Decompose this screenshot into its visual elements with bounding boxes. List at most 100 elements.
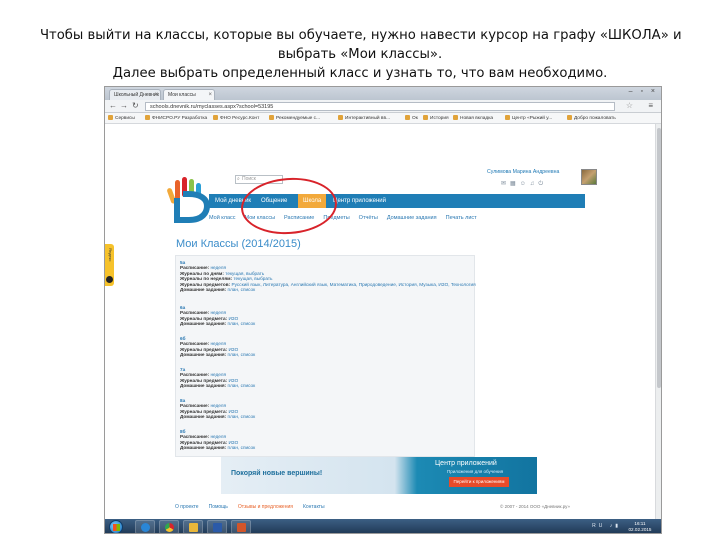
bookmark-item[interactable]: Сервисы (108, 115, 135, 122)
calendar-icon[interactable]: ▦ (510, 181, 520, 187)
network-icon[interactable]: ▮ (615, 523, 621, 529)
mail-icon[interactable]: ✉ (501, 181, 510, 187)
line-link[interactable]: план, список (228, 321, 256, 326)
line-link[interactable]: ИЗО (228, 347, 238, 352)
star-icon[interactable]: ☆ (626, 101, 633, 110)
avatar[interactable] (581, 169, 597, 185)
footer-about-link[interactable]: О проекте (175, 504, 199, 510)
footer-help-link[interactable]: Помощь (209, 504, 228, 510)
bookmark-icon (423, 115, 428, 120)
line-link[interactable]: план, список (228, 383, 256, 388)
line-link[interactable]: ИЗО (228, 378, 238, 383)
line-label: Расписание: (180, 434, 210, 440)
bookmark-item[interactable]: Рекомендуемые с... (269, 115, 320, 122)
taskbar-chrome[interactable] (159, 520, 179, 533)
line-link[interactable]: план, список (228, 352, 256, 357)
line-link[interactable]: ИЗО (228, 316, 238, 321)
tab-dnevnik[interactable]: Школьный Дневник × (109, 89, 161, 100)
line-link[interactable]: неделя (210, 434, 226, 439)
web-page: ⌕ Поиск Сулимова Марина Андреевна ✉▦☺♫⏻ … (105, 124, 661, 519)
footer-feedback-link[interactable]: Отзывы и предложения (238, 504, 293, 510)
nav-item-app-center[interactable]: Центр приложений (333, 194, 386, 208)
page-scrollbar[interactable] (655, 124, 661, 519)
class-block: 7а Расписание: неделя Журналы предмета: … (180, 367, 255, 389)
bookmark-icon (269, 115, 274, 120)
line-link[interactable]: неделя (210, 265, 226, 270)
bookmark-item[interactable]: Ок (405, 115, 418, 122)
app-center-banner[interactable]: Покоряй новые вершины! Центр приложений … (221, 457, 537, 494)
bookmark-item[interactable]: История (423, 115, 449, 122)
caption-line-3: Далее выбрать определенный класс и узнат… (112, 66, 608, 81)
language-indicator[interactable]: RU (592, 523, 605, 529)
folder-icon (189, 523, 198, 532)
bookmark-label: Рекомендуемые с... (276, 116, 321, 121)
taskbar-ie[interactable] (135, 520, 155, 533)
dnevnik-logo-icon[interactable] (163, 174, 215, 224)
search-placeholder: Поиск (242, 176, 256, 182)
highlight-ellipse (239, 174, 339, 238)
line-link[interactable]: план, список (228, 287, 256, 292)
tab-my-classes[interactable]: Мои классы × (163, 89, 215, 100)
bookmark-item[interactable]: Новая вкладка (453, 115, 493, 122)
scrollbar-thumb[interactable] (657, 128, 661, 388)
line-label: Журналы предмета: (180, 439, 228, 445)
line-label: Журналы предмета: (180, 315, 228, 321)
header-icons: ✉▦☺♫⏻ (501, 180, 547, 188)
taskbar-word[interactable] (207, 520, 227, 533)
line-link[interactable]: ИЗО (228, 409, 238, 414)
subnav-print[interactable]: Печать лист (446, 215, 477, 221)
back-arrow-icon[interactable]: ← (109, 101, 117, 111)
bookmark-item[interactable]: ФНИСРО.РУ Разработка (145, 115, 207, 122)
close-icon[interactable]: × (154, 90, 158, 100)
logout-icon[interactable]: ⏻ (538, 181, 547, 187)
yandex-label: Яндекс (108, 248, 113, 262)
forward-arrow-icon[interactable]: → (120, 101, 128, 111)
close-icon[interactable]: × (208, 90, 212, 100)
subnav-reports[interactable]: Отчёты (359, 215, 378, 221)
footer-links: О проекте Помощь Отзывы и предложения Конта… (175, 504, 335, 510)
banner-headline: Центр приложений (435, 460, 497, 467)
window-controls[interactable]: ‒ ▫ × (629, 88, 658, 95)
tab-label: Школьный Дневник (114, 92, 159, 98)
subnav-my-class[interactable]: Мой класс (209, 215, 236, 221)
clock[interactable]: 16:11 02.02.2015 (625, 521, 655, 533)
line-link[interactable]: ИЗО (228, 440, 238, 445)
bookmark-item[interactable]: Центр «Рыжий у... (505, 115, 552, 122)
line-link[interactable]: план, список (228, 445, 256, 450)
gear-icon[interactable]: ⚙ (561, 195, 571, 207)
bookmark-item[interactable]: ФНО Ресурс.Конт (213, 115, 259, 122)
bookmark-label: Сервисы (115, 116, 135, 121)
bookmark-item[interactable]: Добро пожаловать (567, 115, 616, 122)
url-input[interactable]: schools.dnevnik.ru/myclasses.aspx?school… (145, 102, 615, 111)
line-link[interactable]: неделя (210, 403, 226, 408)
yandex-widget[interactable]: Яндекс (105, 244, 114, 286)
address-bar: ← → ↻ schools.dnevnik.ru/myclasses.aspx?… (105, 100, 661, 113)
bookmark-icon (145, 115, 150, 120)
line-label: Расписание: (180, 372, 210, 378)
taskbar-explorer[interactable] (183, 520, 203, 533)
line-link[interactable]: план, список (228, 414, 256, 419)
bookmark-icon (453, 115, 458, 120)
go-to-apps-button[interactable]: Перейти к приложениям (449, 477, 509, 487)
line-link[interactable]: текущая, выбрать (225, 271, 264, 276)
line-link[interactable]: неделя (210, 310, 226, 315)
taskbar-powerpoint[interactable] (231, 520, 251, 533)
class-block: 8б Расписание: неделя Журналы предмета: … (180, 429, 255, 451)
subnav-homework[interactable]: Домашние задания (387, 215, 437, 221)
start-button[interactable] (109, 520, 123, 533)
footer-contacts-link[interactable]: Контакты (303, 504, 325, 510)
tab-bar: Школьный Дневник × Мои классы × ‒ ▫ × (105, 87, 661, 100)
user-name-link[interactable]: Сулимова Марина Андреевна (487, 169, 559, 175)
system-tray[interactable]: RU ♪▮ (592, 523, 621, 529)
line-link[interactable]: неделя (210, 372, 226, 377)
line-link[interactable]: неделя (210, 341, 226, 346)
reload-icon[interactable]: ↻ (132, 101, 139, 111)
menu-icon[interactable]: ≡ (648, 101, 653, 110)
line-link[interactable]: Русский язык, Литература, Английский язы… (232, 282, 476, 287)
line-label: Домашние задания: (180, 383, 227, 389)
bookmark-item[interactable]: Интерактивный вв... (338, 115, 390, 122)
line-label: Журналы по дням: (180, 270, 224, 276)
line-link[interactable]: текущая, выбрать (233, 276, 272, 281)
powerpoint-icon (237, 523, 246, 532)
people-icon[interactable]: ☺ (520, 181, 530, 187)
